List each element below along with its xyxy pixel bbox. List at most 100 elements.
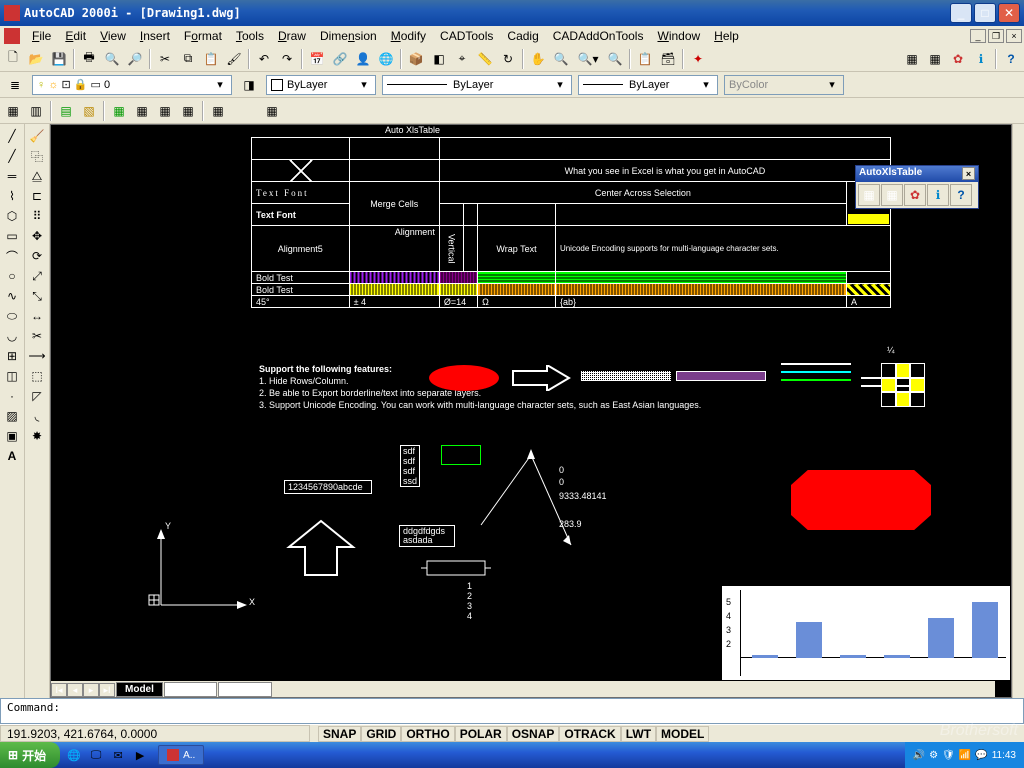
point-icon[interactable]: · <box>1 386 23 406</box>
menu-view[interactable]: View <box>94 28 132 44</box>
menu-window[interactable]: Window <box>651 28 706 44</box>
tray-3-icon[interactable]: 🛡 <box>942 750 955 761</box>
save-icon[interactable]: 💾 <box>48 48 70 70</box>
zoomwin-icon[interactable]: 🔍▾ <box>573 48 603 70</box>
zoomprev-icon[interactable]: 🔍 <box>604 48 626 70</box>
tab-prev-icon[interactable]: ◂ <box>67 683 83 697</box>
scale-icon[interactable]: ⤢ <box>26 266 48 286</box>
tb3-8-icon[interactable]: ▦ <box>177 100 199 122</box>
meetnow-icon[interactable]: 👤 <box>352 48 374 70</box>
ellarc-icon[interactable]: ◡ <box>1 326 23 346</box>
xls-about-icon[interactable]: ℹ <box>927 184 949 206</box>
ql-ie-icon[interactable]: 🌐 <box>64 745 84 765</box>
snap-icon[interactable]: ◧ <box>428 48 450 70</box>
mode-otrack[interactable]: OTRACK <box>559 726 620 742</box>
menu-tools[interactable]: Tools <box>230 28 270 44</box>
array-icon[interactable]: ⠿ <box>26 206 48 226</box>
toolbox-title[interactable]: AutoXlsTable × <box>856 166 978 182</box>
xline-icon[interactable]: ╱ <box>1 146 23 166</box>
move-icon[interactable]: ✥ <box>26 226 48 246</box>
mode-osnap[interactable]: OSNAP <box>507 726 560 742</box>
linetype-dropdown[interactable]: ByLayer ▾ <box>382 75 572 95</box>
break-icon[interactable]: ⬚ <box>26 366 48 386</box>
chamfer-icon[interactable]: ◸ <box>26 386 48 406</box>
matchprop-icon[interactable]: 🖌 <box>223 48 245 70</box>
ucs-icon[interactable]: ⌖ <box>451 48 473 70</box>
cut-icon[interactable]: ✂ <box>154 48 176 70</box>
tb3-9-icon[interactable]: ▦ <box>207 100 229 122</box>
stretch-icon[interactable]: ⤡ <box>26 286 48 306</box>
layer-dropdown[interactable]: ♀ ☼ ⊡ 🔒 ▭ 0 ▾ <box>32 75 232 95</box>
xls-update-icon[interactable]: ✿ <box>904 184 926 206</box>
menu-modify[interactable]: Modify <box>385 28 432 44</box>
xlstable-3-icon[interactable]: ✿ <box>947 48 969 70</box>
insert-icon[interactable]: ⊞ <box>1 346 23 366</box>
menu-edit[interactable]: Edit <box>59 28 92 44</box>
tray-2-icon[interactable]: ⚙ <box>929 750 938 761</box>
lengthen-icon[interactable]: ↔ <box>26 306 48 326</box>
pan-icon[interactable]: ✋ <box>527 48 549 70</box>
copy2-icon[interactable]: ⿻ <box>26 146 48 166</box>
mirror-icon[interactable]: ⧋ <box>26 166 48 186</box>
right-scrollbar[interactable] <box>1012 124 1024 698</box>
lineweight-dropdown[interactable]: ByLayer ▾ <box>578 75 718 95</box>
arc-icon[interactable]: ⌒ <box>1 246 23 266</box>
tb3-4-icon[interactable]: ▧ <box>78 100 100 122</box>
tray-clock[interactable]: 11:43 <box>992 750 1016 761</box>
tab-layout1[interactable]: Layout1 <box>164 682 218 697</box>
mline-icon[interactable]: ═ <box>1 166 23 186</box>
menu-help[interactable]: Help <box>708 28 745 44</box>
tb3-5-icon[interactable]: ▦ <box>108 100 130 122</box>
tb3-6-icon[interactable]: ▦ <box>131 100 153 122</box>
mdi-minimize[interactable]: _ <box>970 29 986 43</box>
drawing-canvas[interactable]: Auto XlsTable What you see in Excel is w… <box>50 124 1012 698</box>
layermgr-icon[interactable]: ≣ <box>4 74 26 96</box>
close-button[interactable]: ✕ <box>998 3 1020 23</box>
tray-1-icon[interactable]: 🔊 <box>913 750 925 761</box>
xlstable-2-icon[interactable]: ▦ <box>924 48 946 70</box>
print-icon[interactable]: 🖶 <box>78 48 100 70</box>
ellipse-icon[interactable]: ⬭ <box>1 306 23 326</box>
menu-cadaddontools[interactable]: CADAddOnTools <box>547 28 650 44</box>
xls-edit-icon[interactable]: ▦ <box>881 184 903 206</box>
rect-icon[interactable]: ▭ <box>1 226 23 246</box>
cadig-icon[interactable]: ✦ <box>687 48 709 70</box>
explode-icon[interactable]: ✸ <box>26 426 48 446</box>
publish-icon[interactable]: 🌐 <box>375 48 397 70</box>
region-icon[interactable]: ▣ <box>1 426 23 446</box>
dist-icon[interactable]: 📏 <box>474 48 496 70</box>
tab-next-icon[interactable]: ▸ <box>83 683 99 697</box>
line-icon[interactable]: ╱ <box>1 126 23 146</box>
menu-file[interactable]: File <box>26 28 57 44</box>
mode-model[interactable]: MODEL <box>656 726 709 742</box>
mdi-restore[interactable]: ❐ <box>988 29 1004 43</box>
menu-cadig[interactable]: Cadig <box>501 28 544 44</box>
new-icon[interactable]: 🗋 <box>2 48 24 70</box>
mode-lwt[interactable]: LWT <box>621 726 656 742</box>
props-icon[interactable]: 📋 <box>634 48 656 70</box>
tray-4-icon[interactable]: 📶 <box>959 750 971 761</box>
extend-icon[interactable]: ⟶ <box>26 346 48 366</box>
menu-format[interactable]: Format <box>178 28 228 44</box>
mode-grid[interactable]: GRID <box>361 726 401 742</box>
tb3-1-icon[interactable]: ▦ <box>2 100 24 122</box>
tray-5-icon[interactable]: 💬 <box>975 750 987 761</box>
offset-icon[interactable]: ⊏ <box>26 186 48 206</box>
dbconnect-icon[interactable]: 🗃 <box>657 48 679 70</box>
help-icon[interactable]: ? <box>1000 48 1022 70</box>
mtext-icon[interactable]: A <box>1 446 23 466</box>
redo-icon[interactable]: ↷ <box>276 48 298 70</box>
autoxlstable-toolbox[interactable]: AutoXlsTable × ▦ ▦ ✿ ℹ ? <box>855 165 979 209</box>
copy-icon[interactable]: ⧉ <box>177 48 199 70</box>
ql-mail-icon[interactable]: ✉ <box>108 745 128 765</box>
mode-ortho[interactable]: ORTHO <box>401 726 454 742</box>
command-line[interactable]: Command: <box>0 698 1024 724</box>
maximize-button[interactable]: □ <box>974 3 996 23</box>
zoomrt-icon[interactable]: 🔍 <box>550 48 572 70</box>
xls-help-icon[interactable]: ? <box>950 184 972 206</box>
tb3-10-icon[interactable]: ▦ <box>261 100 283 122</box>
menu-dimension[interactable]: Dimension <box>314 28 383 44</box>
paste-icon[interactable]: 📋 <box>200 48 222 70</box>
tab-model[interactable]: Model <box>116 682 163 697</box>
mdi-close[interactable]: × <box>1006 29 1022 43</box>
